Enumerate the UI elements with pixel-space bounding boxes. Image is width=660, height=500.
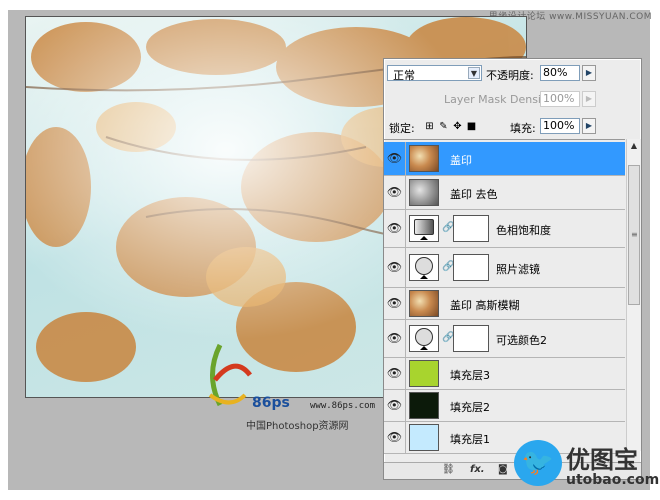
layer-row[interactable]: 👁 🔗 照片滤镜	[384, 248, 625, 288]
eye-icon[interactable]: 👁	[384, 422, 406, 453]
scroll-up-icon[interactable]: ▲	[628, 140, 640, 152]
eye-icon[interactable]: 👁	[384, 142, 406, 175]
layer-mask-thumbnail[interactable]	[453, 254, 489, 281]
photo-filter-icon	[409, 254, 439, 281]
layer-row[interactable]: 👁 🔗 色相饱和度	[384, 210, 625, 248]
layer-mask-thumbnail[interactable]	[453, 215, 489, 242]
layer-name: 填充层3	[450, 369, 490, 382]
layer-name: 照片滤镜	[496, 263, 540, 276]
86ps-watermark: 86ps www.86ps.com 中国Photoshop资源网	[190, 335, 390, 432]
layer-name: 可选颜色2	[496, 334, 547, 347]
86ps-logo-icon: 86ps	[208, 343, 290, 411]
opacity-label: 不透明度:	[486, 69, 534, 82]
mask-density-arrow-icon[interactable]: ▶	[582, 91, 596, 107]
brand-name: 优图宝	[566, 446, 638, 474]
fill-arrow-icon[interactable]: ▶	[582, 118, 596, 134]
lock-all-icon[interactable]: ■	[466, 121, 477, 132]
blend-opacity-row: 正常 ▼ 不透明度: 80% ▶	[384, 63, 641, 83]
layer-row[interactable]: 👁 🔗 可选颜色2	[384, 320, 625, 358]
grip-icon: ≡	[631, 230, 638, 239]
lock-label: 锁定:	[389, 122, 415, 135]
mask-density-row: Layer Mask Density 100% ▶	[384, 89, 641, 109]
lock-transparency-icon[interactable]: ⊞	[424, 121, 435, 132]
layer-thumbnail	[409, 290, 439, 317]
layer-row[interactable]: 👁 盖印 去色	[384, 176, 625, 210]
layer-mask-thumbnail[interactable]	[453, 325, 489, 352]
eye-icon[interactable]: 👁	[384, 176, 406, 209]
fill-swatch-2	[409, 392, 439, 419]
eye-icon[interactable]: 👁	[384, 248, 406, 287]
utobao-logo: 🐦 优图宝 utobao.com	[510, 436, 659, 496]
layer-row[interactable]: 👁 盖印 高斯模糊	[384, 288, 625, 320]
lock-icons: ⊞ ✎ ✥ ■	[424, 119, 480, 132]
eye-icon[interactable]: 👁	[384, 390, 406, 421]
hue-saturation-icon	[409, 215, 439, 242]
watermark-url: www.86ps.com	[310, 401, 376, 411]
fill-label: 填充:	[510, 122, 536, 135]
opacity-input[interactable]: 80%	[540, 65, 580, 81]
blend-mode-value: 正常	[393, 69, 415, 82]
mask-density-input[interactable]: 100%	[540, 91, 580, 107]
selective-color-icon	[409, 325, 439, 352]
lock-move-icon[interactable]: ✥	[452, 121, 463, 132]
blend-mode-select[interactable]: 正常 ▼	[387, 65, 482, 82]
bird-icon: 🐦	[514, 440, 562, 486]
layer-row[interactable]: 👁 填充层2	[384, 390, 625, 422]
layers-scrollbar[interactable]: ▲ ≡	[626, 139, 641, 451]
fill-input[interactable]: 100%	[540, 118, 580, 134]
eye-icon[interactable]: 👁	[384, 288, 406, 319]
layer-row[interactable]: 👁 填充层3	[384, 358, 625, 390]
layer-name: 填充层1	[450, 433, 490, 446]
watermark-logo-text: 86ps	[252, 395, 290, 411]
layer-name: 盖印 去色	[450, 188, 498, 201]
layer-thumbnail	[409, 179, 439, 206]
watermark-caption: 中国Photoshop资源网	[246, 421, 349, 432]
fx-icon[interactable]: fx.	[470, 464, 485, 475]
eye-icon[interactable]: 👁	[384, 210, 406, 247]
layer-name: 盖印 高斯模糊	[450, 299, 520, 312]
layers-panel: 正常 ▼ 不透明度: 80% ▶ Layer Mask Density 100%…	[383, 58, 642, 480]
fill-swatch-3	[409, 360, 439, 387]
layer-name: 色相饱和度	[496, 224, 551, 237]
scroll-thumb[interactable]: ≡	[628, 165, 640, 305]
lock-paint-icon[interactable]: ✎	[438, 121, 449, 132]
link-icon[interactable]: ⛓	[442, 464, 455, 475]
layers-list: 👁 盖印 👁 盖印 去色 👁 🔗 色相饱和度 👁 🔗 照片滤镜 👁 盖印 高斯模…	[384, 139, 625, 470]
eye-icon[interactable]: 👁	[384, 320, 406, 357]
layer-name: 盖印	[450, 154, 472, 167]
mask-density-label: Layer Mask Density	[444, 93, 552, 106]
layer-row[interactable]: 👁 盖印	[384, 142, 625, 176]
layer-name: 填充层2	[450, 401, 490, 414]
mask-icon[interactable]: ◙	[498, 464, 508, 475]
brand-url: utobao.com	[566, 472, 660, 488]
chevron-down-icon[interactable]: ▼	[468, 67, 480, 79]
opacity-arrow-icon[interactable]: ▶	[582, 65, 596, 81]
layer-thumbnail	[409, 145, 439, 172]
eye-icon[interactable]: 👁	[384, 358, 406, 389]
fill-swatch-1	[409, 424, 439, 451]
lock-fill-row: 锁定: ⊞ ✎ ✥ ■ 填充: 100% ▶	[384, 115, 641, 137]
